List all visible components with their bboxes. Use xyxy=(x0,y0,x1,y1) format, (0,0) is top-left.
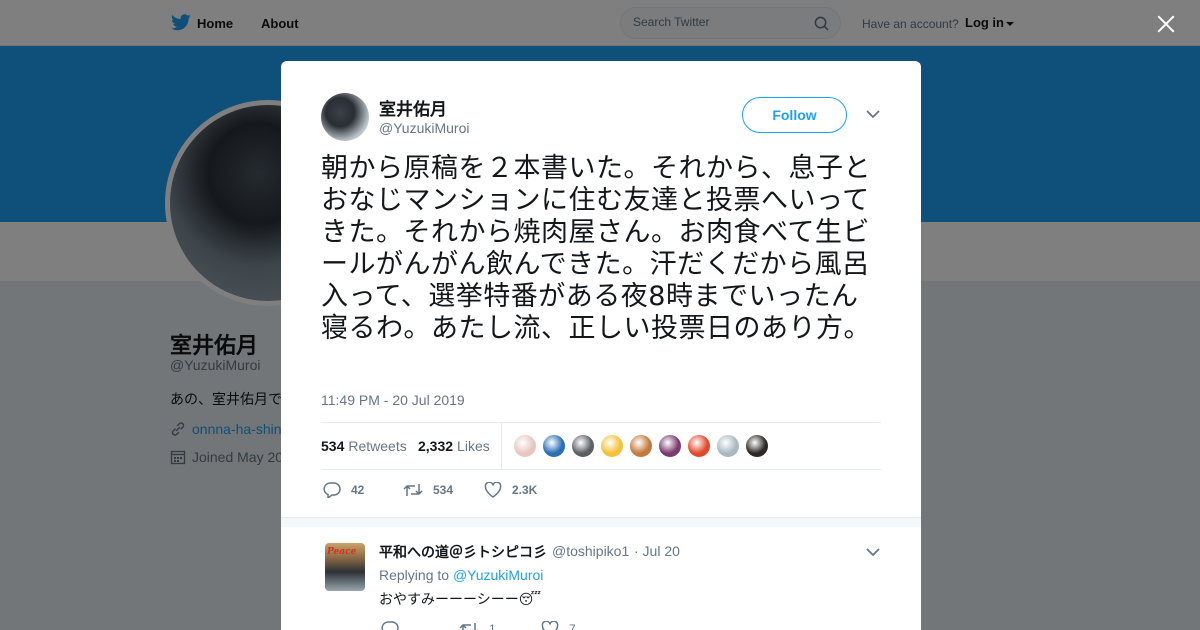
retweets-stat[interactable]: 534 Retweets xyxy=(321,438,407,454)
liker-avatar-5[interactable] xyxy=(629,434,653,458)
reply-avatar[interactable]: Peace xyxy=(325,543,365,591)
tweet-modal: 室井佑月 @YuzukiMuroi Follow 朝から原稿を２本書いた。それか… xyxy=(281,61,921,630)
tweet-actions: 42 534 2.3K xyxy=(321,482,881,500)
replying-prefix: Replying to xyxy=(379,567,450,583)
stats-divider xyxy=(501,423,502,469)
tweet-text: 朝から原稿を２本書いた。それから、息子とおなじマンションに住む友達と投票へいって… xyxy=(321,153,871,344)
liker-avatar-6[interactable] xyxy=(658,434,682,458)
author-avatar[interactable] xyxy=(321,93,369,141)
reply-date[interactable]: · Jul 20 xyxy=(634,543,680,559)
reply-icon xyxy=(323,482,341,498)
liker-avatar-1[interactable] xyxy=(513,434,537,458)
like-count: 2.3K xyxy=(512,483,538,497)
likes-stat[interactable]: 2,332 Likes xyxy=(418,438,490,454)
liker-avatar-7[interactable] xyxy=(687,434,711,458)
replying-to-link[interactable]: @YuzukiMuroi xyxy=(453,567,543,583)
reply-text: おやすみーーーシーー😴 xyxy=(379,591,542,607)
reply-reply-action[interactable] xyxy=(381,621,409,630)
likes-label: Likes xyxy=(457,438,490,454)
chevron-down-icon[interactable] xyxy=(866,109,880,119)
liker-avatar-8[interactable] xyxy=(716,434,740,458)
heart-icon xyxy=(484,482,502,498)
liker-avatar-3[interactable] xyxy=(571,434,595,458)
replies-divider xyxy=(281,517,921,527)
reply-author-name[interactable]: 平和への道＠彡トシピコ彡 xyxy=(379,542,547,562)
reply-author-handle[interactable]: @toshipiko1 xyxy=(552,543,629,559)
retweets-label: Retweets xyxy=(348,438,407,454)
heart-icon xyxy=(541,621,559,630)
chevron-down-icon[interactable] xyxy=(866,547,880,557)
reply-like-action[interactable]: 7 xyxy=(541,621,576,630)
reply-count: 42 xyxy=(351,483,365,497)
likes-count: 2,332 xyxy=(418,438,454,454)
tweet-timestamp[interactable]: 11:49 PM - 20 Jul 2019 xyxy=(321,392,465,408)
liker-avatar-4[interactable] xyxy=(600,434,624,458)
retweet-action[interactable]: 534 xyxy=(403,482,453,498)
retweets-count: 534 xyxy=(321,438,345,454)
reply-avatar-text: Peace xyxy=(327,547,357,557)
reply-icon xyxy=(381,621,399,630)
reply-like-count: 7 xyxy=(569,622,576,630)
retweet-count: 534 xyxy=(433,483,454,497)
author-handle[interactable]: @YuzukiMuroi xyxy=(379,120,469,136)
reply-retweet-action[interactable]: 1 xyxy=(459,621,496,630)
reply-actions: 1 7 xyxy=(379,621,679,630)
tweet-stats: 534 Retweets 2,332 Likes xyxy=(321,422,881,470)
retweet-icon xyxy=(403,484,423,496)
like-action[interactable]: 2.3K xyxy=(484,482,537,498)
follow-button[interactable]: Follow xyxy=(742,97,847,133)
reply-retweet-count: 1 xyxy=(489,622,496,630)
close-icon[interactable] xyxy=(1154,12,1178,36)
liker-avatar-2[interactable] xyxy=(542,434,566,458)
author-name[interactable]: 室井佑月 xyxy=(379,95,447,120)
replying-to: Replying to @YuzukiMuroi xyxy=(379,567,543,583)
liker-avatar-9[interactable] xyxy=(745,434,769,458)
retweet-icon xyxy=(459,623,478,630)
reply-action[interactable]: 42 xyxy=(323,482,364,498)
